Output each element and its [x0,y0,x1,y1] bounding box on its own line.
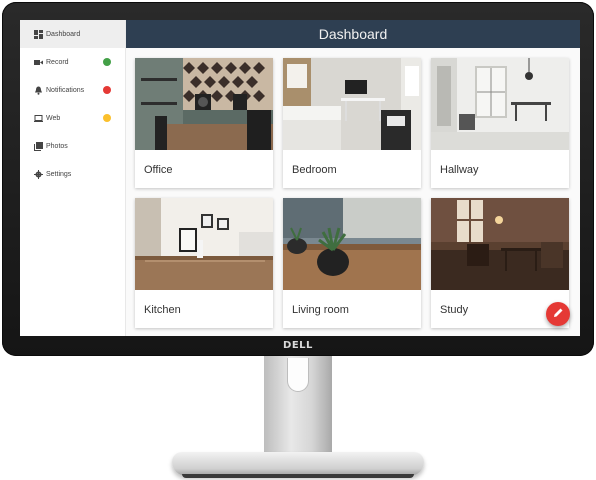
room-name: Study [440,304,469,316]
office-photo [135,58,273,150]
monitor-stand-base [172,452,424,476]
room-card-hallway[interactable]: Hallway [431,58,569,188]
hallway-photo [431,58,569,150]
sidebar-item-notifications[interactable]: Notifications [20,76,125,104]
room-name: Bedroom [292,164,337,176]
room-card-office[interactable]: Office [135,58,273,188]
room-name: Office [144,164,173,176]
room-card-living-room[interactable]: Living room [283,198,421,328]
living-room-photo [283,198,421,290]
monitor-bezel: Dashboard Record Notifications Web Photo… [2,2,594,356]
room-card-bedroom[interactable]: Bedroom [283,58,421,188]
sidebar-item-settings[interactable]: Settings [20,160,125,188]
sidebar-item-record[interactable]: Record [20,48,125,76]
kitchen-photo [135,198,273,290]
dashboard-icon [34,29,43,39]
app-screen: Dashboard Record Notifications Web Photo… [20,20,580,336]
room-name: Hallway [440,164,479,176]
photos-icon [34,141,43,151]
room-name: Kitchen [144,304,181,316]
laptop-icon [34,114,43,123]
room-card-kitchen[interactable]: Kitchen [135,198,273,328]
bedroom-photo [283,58,421,150]
room-name: Living room [292,304,349,316]
study-photo [431,198,569,290]
sidebar-item-label: Web [46,114,61,122]
gear-icon [34,169,43,179]
stand-cable-hole [287,358,309,392]
page-title: Dashboard [126,20,580,48]
status-dot-green [103,58,111,66]
dell-logo: DELL [283,340,313,351]
sidebar: Dashboard Record Notifications Web Photo… [20,20,126,336]
edit-fab-button[interactable] [546,302,570,326]
video-camera-icon [34,58,43,67]
sidebar-item-web[interactable]: Web [20,104,125,132]
status-dot-red [103,86,111,94]
bell-icon [34,86,43,95]
sidebar-item-label: Dashboard [46,30,81,38]
sidebar-item-label: Photos [46,142,68,150]
stand-base-shadow [182,474,414,478]
sidebar-item-label: Settings [46,170,72,178]
sidebar-item-label: Record [46,58,69,66]
sidebar-item-label: Notifications [46,86,85,94]
sidebar-item-photos[interactable]: Photos [20,132,125,160]
pencil-icon [553,305,564,323]
room-grid: Office Bedroom Hallway Kitchen Living ro… [126,48,580,336]
sidebar-item-dashboard[interactable]: Dashboard [20,20,125,48]
status-dot-yellow [103,114,111,122]
